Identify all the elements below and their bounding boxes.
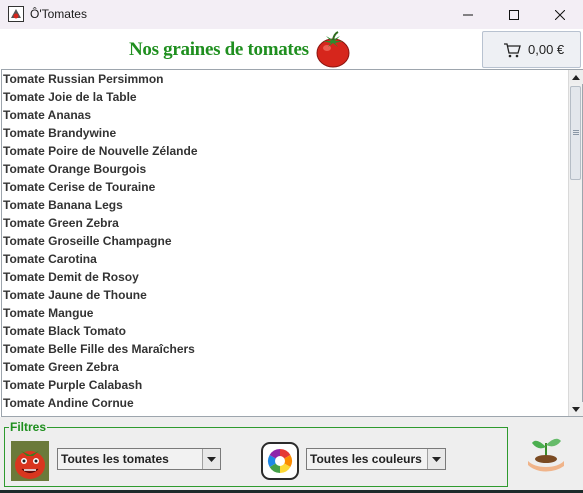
color-wheel-icon bbox=[268, 449, 292, 473]
list-item[interactable]: Tomate Joie de la Table bbox=[2, 88, 568, 106]
list-item[interactable]: Tomate Carotina bbox=[2, 250, 568, 268]
window-title: Ô'Tomates bbox=[30, 7, 87, 21]
tomato-icon bbox=[316, 31, 350, 68]
grip-line bbox=[573, 130, 579, 131]
maximize-icon bbox=[509, 9, 519, 20]
color-select-arrow[interactable] bbox=[427, 449, 445, 469]
list-item[interactable]: Tomate Green Zebra bbox=[2, 358, 568, 376]
seedling-in-hand-icon bbox=[528, 438, 564, 472]
chevron-down-icon bbox=[432, 456, 441, 462]
list-item[interactable]: Tomate Andine Cornue bbox=[2, 394, 568, 412]
list-item[interactable]: Tomate Groseille Champagne bbox=[2, 232, 568, 250]
cart-button[interactable]: 0,00 € bbox=[482, 31, 581, 68]
list-item[interactable]: Tomate Purple Calabash bbox=[2, 376, 568, 394]
title-bar: Ô'Tomates bbox=[0, 0, 583, 29]
scrollbar-thumb[interactable] bbox=[570, 86, 581, 180]
maximize-button[interactable] bbox=[491, 0, 537, 29]
arrow-down-icon bbox=[572, 406, 580, 412]
arrow-up-icon bbox=[572, 74, 580, 80]
scroll-up-button[interactable] bbox=[569, 70, 583, 84]
close-icon bbox=[555, 9, 565, 20]
list-item[interactable]: Tomate Banana Legs bbox=[2, 196, 568, 214]
list-item[interactable]: Tomate Belle Fille des Maraîchers bbox=[2, 340, 568, 358]
color-select[interactable]: Toutes les couleurs bbox=[306, 448, 446, 470]
minimize-icon bbox=[463, 14, 473, 15]
list-item[interactable]: Tomate Brandywine bbox=[2, 124, 568, 142]
chevron-down-icon bbox=[207, 456, 216, 462]
filters-group: Filtres Toutes les tomates Toutes les co… bbox=[4, 420, 508, 487]
list-item[interactable]: Tomate Russian Persimmon bbox=[2, 70, 568, 88]
app-icon bbox=[8, 6, 24, 22]
list-item[interactable]: Tomate Ananas bbox=[2, 106, 568, 124]
color-select-value: Toutes les couleurs bbox=[310, 452, 422, 466]
variety-select-arrow[interactable] bbox=[202, 449, 220, 469]
scroll-down-button[interactable] bbox=[569, 402, 583, 416]
product-list-panel: Tomate Russian Persimmon Tomate Joie de l… bbox=[1, 69, 583, 417]
list-item[interactable]: Tomate Orange Bourgois bbox=[2, 160, 568, 178]
grip-line bbox=[573, 134, 579, 135]
color-wheel-button[interactable] bbox=[261, 442, 299, 480]
list-item[interactable]: Tomate Green Zebra bbox=[2, 214, 568, 232]
minimize-button[interactable] bbox=[445, 0, 491, 29]
tomato-character-icon bbox=[11, 441, 49, 481]
list-item[interactable]: Tomate Mangue bbox=[2, 304, 568, 322]
close-button[interactable] bbox=[537, 0, 583, 29]
bottom-panel: Filtres Toutes les tomates Toutes les co… bbox=[0, 417, 583, 493]
variety-select[interactable]: Toutes les tomates bbox=[57, 448, 221, 470]
list-item[interactable]: Tomate Jaune de Thoune bbox=[2, 286, 568, 304]
list-item[interactable]: Tomate Black Tomato bbox=[2, 322, 568, 340]
vertical-scrollbar[interactable] bbox=[568, 70, 583, 416]
cart-total: 0,00 € bbox=[528, 42, 565, 57]
product-list[interactable]: Tomate Russian Persimmon Tomate Joie de l… bbox=[2, 70, 568, 416]
list-item[interactable]: Tomate Poire de Nouvelle Zélande bbox=[2, 142, 568, 160]
shop-title: Nos graines de tomates bbox=[129, 39, 309, 60]
header: Nos graines de tomates 0,00 € bbox=[0, 29, 583, 69]
cart-icon bbox=[504, 43, 521, 58]
variety-select-value: Toutes les tomates bbox=[61, 452, 169, 466]
grip-line bbox=[573, 132, 579, 133]
filters-legend: Filtres bbox=[9, 420, 48, 434]
list-item[interactable]: Tomate Demit de Rosoy bbox=[2, 268, 568, 286]
list-item[interactable]: Tomate Cerise de Touraine bbox=[2, 178, 568, 196]
